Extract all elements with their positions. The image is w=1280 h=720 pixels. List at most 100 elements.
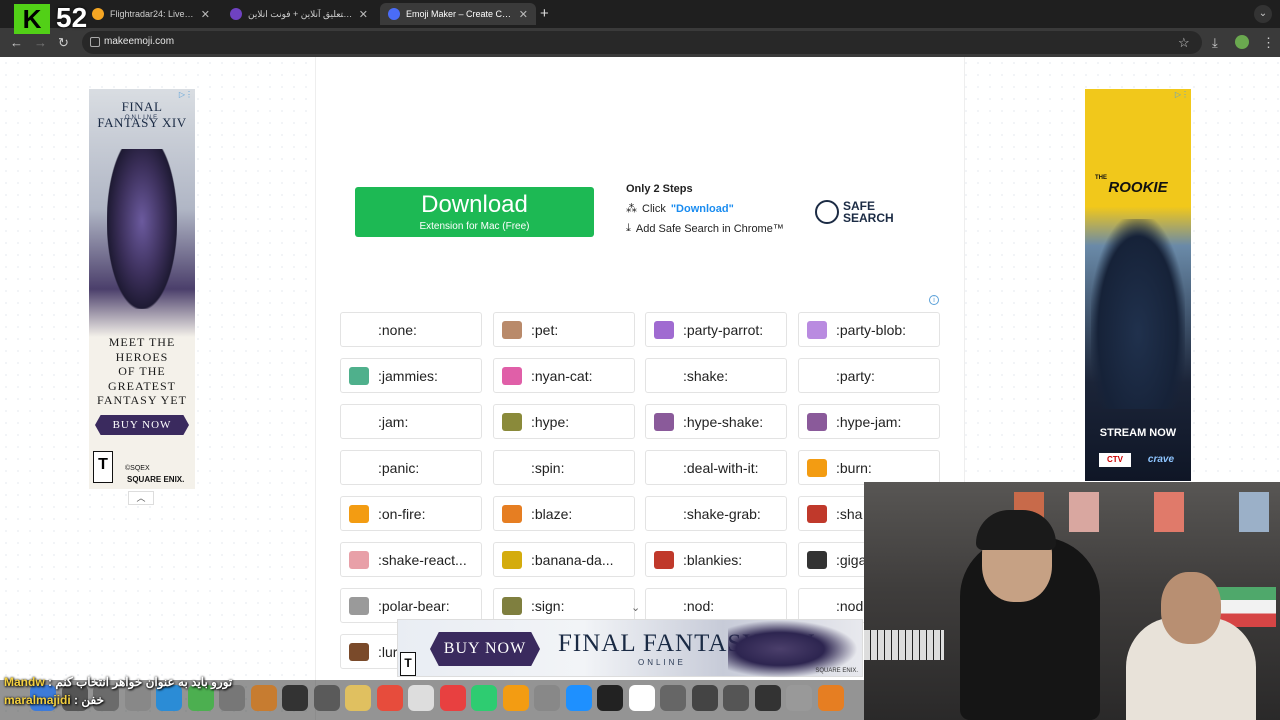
close-icon[interactable]: ✕ bbox=[519, 8, 528, 21]
emoji-cell[interactable]: :burn: bbox=[798, 450, 940, 485]
tagline-line: OF THE bbox=[118, 364, 166, 378]
tagline-line: FANTASY YET bbox=[97, 393, 187, 407]
address-bar[interactable]: makeemoji.com bbox=[82, 31, 1202, 54]
emoji-name: :polar-bear: bbox=[378, 598, 450, 614]
emoji-preview-icon bbox=[807, 505, 827, 523]
dock-app-icon[interactable] bbox=[408, 685, 434, 711]
emoji-cell[interactable]: :banana-da... bbox=[493, 542, 635, 577]
emoji-cell[interactable]: :nyan-cat: bbox=[493, 358, 635, 393]
dock-app-icon[interactable] bbox=[691, 685, 718, 711]
dock-app-icon[interactable] bbox=[565, 685, 592, 711]
emoji-cell[interactable]: :blaze: bbox=[493, 496, 635, 531]
dock-app-icon[interactable] bbox=[597, 685, 623, 711]
piano-keys bbox=[864, 630, 944, 660]
emoji-cell[interactable]: :party-parrot: bbox=[645, 312, 787, 347]
guest-face bbox=[1161, 572, 1221, 644]
emoji-name: :jammies: bbox=[378, 368, 438, 384]
dock-app-icon[interactable] bbox=[754, 685, 781, 711]
left-ad-banner[interactable]: ▷⋮ FINAL FANTASY XIV ONLINE MEET THE HER… bbox=[89, 89, 195, 489]
reload-icon[interactable]: ↻ bbox=[58, 35, 69, 51]
adchoices-icon[interactable]: ▷⋮ bbox=[179, 90, 193, 99]
safe-search-text: SAFE SEARCH bbox=[843, 200, 894, 224]
emoji-cell[interactable]: :party-blob: bbox=[798, 312, 940, 347]
emoji-name: :hype: bbox=[531, 414, 570, 430]
menu-icon[interactable]: ⋮ bbox=[1262, 35, 1275, 51]
emoji-cell[interactable]: :spin: bbox=[493, 450, 635, 485]
dock-app-icon[interactable] bbox=[786, 685, 812, 711]
dock-app-icon[interactable] bbox=[723, 685, 749, 711]
emoji-cell[interactable]: :none: bbox=[340, 312, 482, 347]
close-icon[interactable]: ✕ bbox=[201, 8, 210, 21]
emoji-cell[interactable]: :hype-shake: bbox=[645, 404, 787, 439]
emoji-preview-icon bbox=[349, 643, 369, 661]
new-tab-icon[interactable]: + bbox=[540, 5, 549, 22]
step-2: ⤓ Add Safe Search in Chrome™ bbox=[626, 222, 784, 235]
ad-buy-now-button[interactable]: BUY NOW bbox=[430, 632, 540, 666]
emoji-preview-icon bbox=[502, 597, 522, 615]
dock-app-icon[interactable] bbox=[502, 685, 529, 711]
info-icon[interactable]: i bbox=[929, 295, 939, 305]
kick-logo: K bbox=[14, 4, 50, 34]
emoji-cell[interactable]: :pet: bbox=[493, 312, 635, 347]
tagline-line: MEET THE bbox=[108, 335, 176, 349]
emoji-cell[interactable]: :shake-react... bbox=[340, 542, 482, 577]
emoji-cell[interactable]: :hype: bbox=[493, 404, 635, 439]
bottom-ad-banner[interactable]: T BUY NOW FINAL FANTASY XIV ONLINE SQUAR… bbox=[397, 619, 863, 678]
dock-app-icon[interactable] bbox=[817, 685, 844, 711]
right-ad-banner[interactable]: ▷⋮ THE ROOKIE STREAM NOW CTV crave bbox=[1085, 89, 1191, 481]
collapse-ad-icon[interactable]: ︿ bbox=[128, 491, 154, 505]
bookmark-star-icon[interactable]: ☆ bbox=[1178, 35, 1190, 51]
webcam-overlay bbox=[864, 482, 1280, 720]
emoji-preview-icon bbox=[807, 321, 827, 339]
chat-username: Mandw bbox=[4, 675, 45, 689]
dock-app-icon[interactable] bbox=[534, 685, 560, 711]
close-icon[interactable]: ✕ bbox=[359, 8, 368, 21]
emoji-cell[interactable]: :jam: bbox=[340, 404, 482, 439]
tab-flightradar[interactable]: Flightradar24: Live Flight Tra ✕ bbox=[84, 3, 218, 25]
emoji-cell[interactable]: :jammies: bbox=[340, 358, 482, 393]
download-icon[interactable]: ⤓ bbox=[1212, 35, 1218, 51]
emoji-cell[interactable]: :nod: bbox=[645, 588, 787, 623]
emoji-cell[interactable]: :on-fire: bbox=[340, 496, 482, 531]
emoji-cell[interactable]: :hype-jam: bbox=[798, 404, 940, 439]
emoji-name: :shake: bbox=[683, 368, 729, 384]
emoji-preview-icon bbox=[502, 321, 522, 339]
tab-search-icon[interactable]: ⌄ bbox=[1254, 5, 1272, 23]
dock-app-icon[interactable] bbox=[628, 685, 655, 711]
tab-emoji-maker[interactable]: Emoji Maker – Create Custom ✕ bbox=[380, 3, 536, 25]
viewer-count: 52 bbox=[56, 2, 88, 33]
dock-app-icon[interactable] bbox=[471, 685, 497, 711]
adchoices-icon[interactable]: ▷⋮ bbox=[1175, 90, 1189, 99]
emoji-preview-icon bbox=[349, 597, 369, 615]
step-link[interactable]: "Download" bbox=[671, 203, 734, 215]
emoji-cell[interactable]: :shake: bbox=[645, 358, 787, 393]
url-text: makeemoji.com bbox=[104, 36, 175, 47]
emoji-cell[interactable]: :sign: bbox=[493, 588, 635, 623]
emoji-cell[interactable]: :deal-with-it: bbox=[645, 450, 787, 485]
back-icon[interactable]: ← bbox=[10, 35, 23, 50]
ad-hero-art bbox=[107, 149, 177, 309]
tab-calligraphy[interactable]: خطاطی تستعلیق آنلاین + فونت انلاین ✕ bbox=[222, 3, 376, 25]
ad-buy-now-button[interactable]: BUY NOW bbox=[95, 415, 189, 435]
site-info-icon[interactable] bbox=[90, 37, 100, 47]
emoji-cell[interactable]: :blankies: bbox=[645, 542, 787, 577]
chevron-down-icon[interactable]: ⌄ bbox=[631, 601, 640, 614]
crave-logo: crave bbox=[1147, 454, 1175, 465]
dock-app-icon[interactable] bbox=[660, 685, 686, 711]
step-text: Click bbox=[642, 202, 666, 215]
wall-poster bbox=[1239, 492, 1269, 532]
tab-bar: Flightradar24: Live Flight Tra ✕ خطاطی ت… bbox=[0, 0, 1280, 28]
tab-title: خطاطی تستعلیق آنلاین + فونت انلاین bbox=[248, 8, 353, 19]
download-extension-button[interactable]: Download Extension for Mac (Free) bbox=[355, 187, 594, 237]
emoji-cell[interactable]: :party: bbox=[798, 358, 940, 393]
emoji-cell[interactable]: :shake-grab: bbox=[645, 496, 787, 531]
emoji-cell[interactable]: :panic: bbox=[340, 450, 482, 485]
chat-text: : تورو باید به عنوان خواهر انتخاب کنم bbox=[48, 675, 233, 689]
emoji-preview-icon bbox=[654, 505, 674, 523]
profile-icon[interactable] bbox=[1235, 35, 1249, 49]
forward-icon[interactable]: → bbox=[34, 35, 47, 50]
ad-copyright: ©SQEX bbox=[125, 465, 150, 472]
dock-app-icon[interactable] bbox=[439, 685, 466, 711]
emoji-cell[interactable]: :polar-bear: bbox=[340, 588, 482, 623]
emoji-preview-icon bbox=[349, 367, 369, 385]
